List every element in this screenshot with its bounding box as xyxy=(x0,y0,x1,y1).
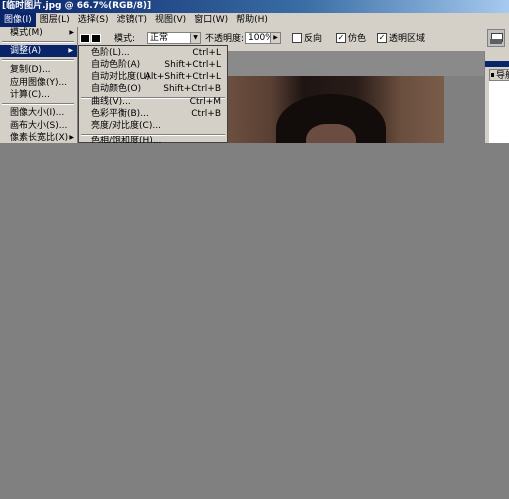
opacity-label: 不透明度: xyxy=(205,34,245,44)
adjust-levels-label: 色阶(L)... xyxy=(91,48,130,58)
adjust-auto-color-shortcut: Shift+Ctrl+B xyxy=(163,84,221,94)
image-menu-mode-label: 模式(M) xyxy=(10,28,43,38)
image-menu-adjust[interactable]: 调整(A) ▶ xyxy=(0,45,77,57)
adjust-auto-color[interactable]: 自动颜色(O) Shift+Ctrl+B xyxy=(91,84,221,95)
menu-image[interactable]: 图像(I) xyxy=(0,13,36,27)
opacity-input[interactable]: 100% ▶ xyxy=(245,32,281,44)
image-menu-adjust-label: 调整(A) xyxy=(10,46,42,56)
adjust-curves-label: 曲线(V)... xyxy=(91,97,131,107)
image-menu-calculations[interactable]: 计算(C)... xyxy=(10,89,50,101)
adjust-levels[interactable]: 色阶(L)... Ctrl+L xyxy=(91,48,221,59)
image-menu-image-size[interactable]: 图像大小(I)... xyxy=(10,107,64,119)
window-title: [临时图片.jpg @ 66.7%(RGB/8)] xyxy=(2,1,152,11)
transparency-label: 透明区域 xyxy=(389,34,426,44)
menu-separator xyxy=(2,41,74,43)
adjust-brightness-contrast-label: 亮度/对比度(C)... xyxy=(91,121,161,131)
adjust-auto-color-label: 自动颜色(O) xyxy=(91,84,142,94)
submenu-arrow-icon: ▶ xyxy=(69,29,74,36)
canvas-area xyxy=(228,51,484,76)
submenu-arrow-icon: ▶ xyxy=(68,47,73,54)
menu-separator xyxy=(2,59,74,61)
gradient-swatch-icon[interactable] xyxy=(80,34,90,43)
window-title-bar: [临时图片.jpg @ 66.7%(RGB/8)] xyxy=(0,0,509,13)
navigator-panel: 导航 xyxy=(484,51,509,143)
navigator-tab[interactable]: 导航 xyxy=(489,69,509,81)
adjust-curves-shortcut: Ctrl+M xyxy=(189,97,221,107)
adjust-auto-levels-shortcut: Shift+Ctrl+L xyxy=(164,60,221,70)
image-menu-mode[interactable]: 模式(M) ▶ xyxy=(10,27,78,39)
dither-checkbox[interactable]: ✓ xyxy=(336,33,346,43)
adjust-auto-contrast-shortcut: Alt+Shift+Ctrl+L xyxy=(144,72,221,82)
mode-value: 正常 xyxy=(150,33,169,43)
menu-help[interactable]: 帮助(H) xyxy=(232,13,272,27)
menu-window[interactable]: 窗口(W) xyxy=(190,13,232,27)
chevron-down-icon: ▼ xyxy=(190,33,200,43)
reverse-checkbox[interactable] xyxy=(292,33,302,43)
adjust-brightness-contrast[interactable]: 亮度/对比度(C)... xyxy=(91,121,221,132)
photo-face xyxy=(306,124,356,143)
adjust-color-balance-shortcut: Ctrl+B xyxy=(191,109,221,119)
image-menu-pixel-aspect-label: 像素长宽比(X) xyxy=(10,133,69,143)
image-menu-duplicate[interactable]: 复制(D)... xyxy=(10,64,51,76)
adjust-color-balance[interactable]: 色彩平衡(B)... Ctrl+B xyxy=(91,109,221,120)
image-menu-canvas-size[interactable]: 画布大小(S)... xyxy=(10,120,67,132)
print-icon[interactable] xyxy=(487,29,505,47)
adjust-color-balance-label: 色彩平衡(B)... xyxy=(91,109,149,119)
adjust-auto-contrast[interactable]: 自动对比度(U) Alt+Shift+Ctrl+L xyxy=(91,72,221,83)
transparency-checkbox[interactable]: ✓ xyxy=(377,33,387,43)
adjust-auto-levels-label: 自动色阶(A) xyxy=(91,60,141,70)
adjust-auto-contrast-label: 自动对比度(U) xyxy=(91,72,150,82)
dither-label: 仿色 xyxy=(348,34,367,44)
adjust-curves[interactable]: 曲线(V)... Ctrl+M xyxy=(91,97,221,108)
adjust-levels-shortcut: Ctrl+L xyxy=(192,48,221,58)
menu-separator xyxy=(2,103,74,105)
reverse-label: 反向 xyxy=(304,34,323,44)
menu-bar: 图像(I) 图层(L) 选择(S) 滤镜(T) 视图(V) 窗口(W) 帮助(H) xyxy=(0,13,509,27)
image-menu-apply-image[interactable]: 应用图像(Y)... xyxy=(10,77,67,89)
menu-select[interactable]: 选择(S) xyxy=(74,13,113,27)
gray-overlay xyxy=(0,143,509,499)
image-menu-dropdown: 模式(M) ▶ 调整(A) ▶ 复制(D)... 应用图像(Y)... 计算(C… xyxy=(0,27,78,143)
navigator-preview xyxy=(489,81,509,143)
menu-view[interactable]: 视图(V) xyxy=(151,13,190,27)
menu-layer[interactable]: 图层(L) xyxy=(36,13,74,27)
adjust-auto-levels[interactable]: 自动色阶(A) Shift+Ctrl+L xyxy=(91,60,221,71)
mode-label: 模式: xyxy=(114,34,136,44)
menu-filter[interactable]: 滤镜(T) xyxy=(112,13,151,27)
adjust-submenu: 色阶(L)... Ctrl+L 自动色阶(A) Shift+Ctrl+L 自动对… xyxy=(78,45,228,144)
chevron-right-icon: ▶ xyxy=(270,33,280,43)
navigator-panel-header[interactable] xyxy=(485,61,509,67)
gradient-swatch-alt-icon[interactable] xyxy=(91,34,101,43)
document-image[interactable] xyxy=(228,76,444,143)
mode-select[interactable]: 正常 ▼ xyxy=(147,32,201,44)
